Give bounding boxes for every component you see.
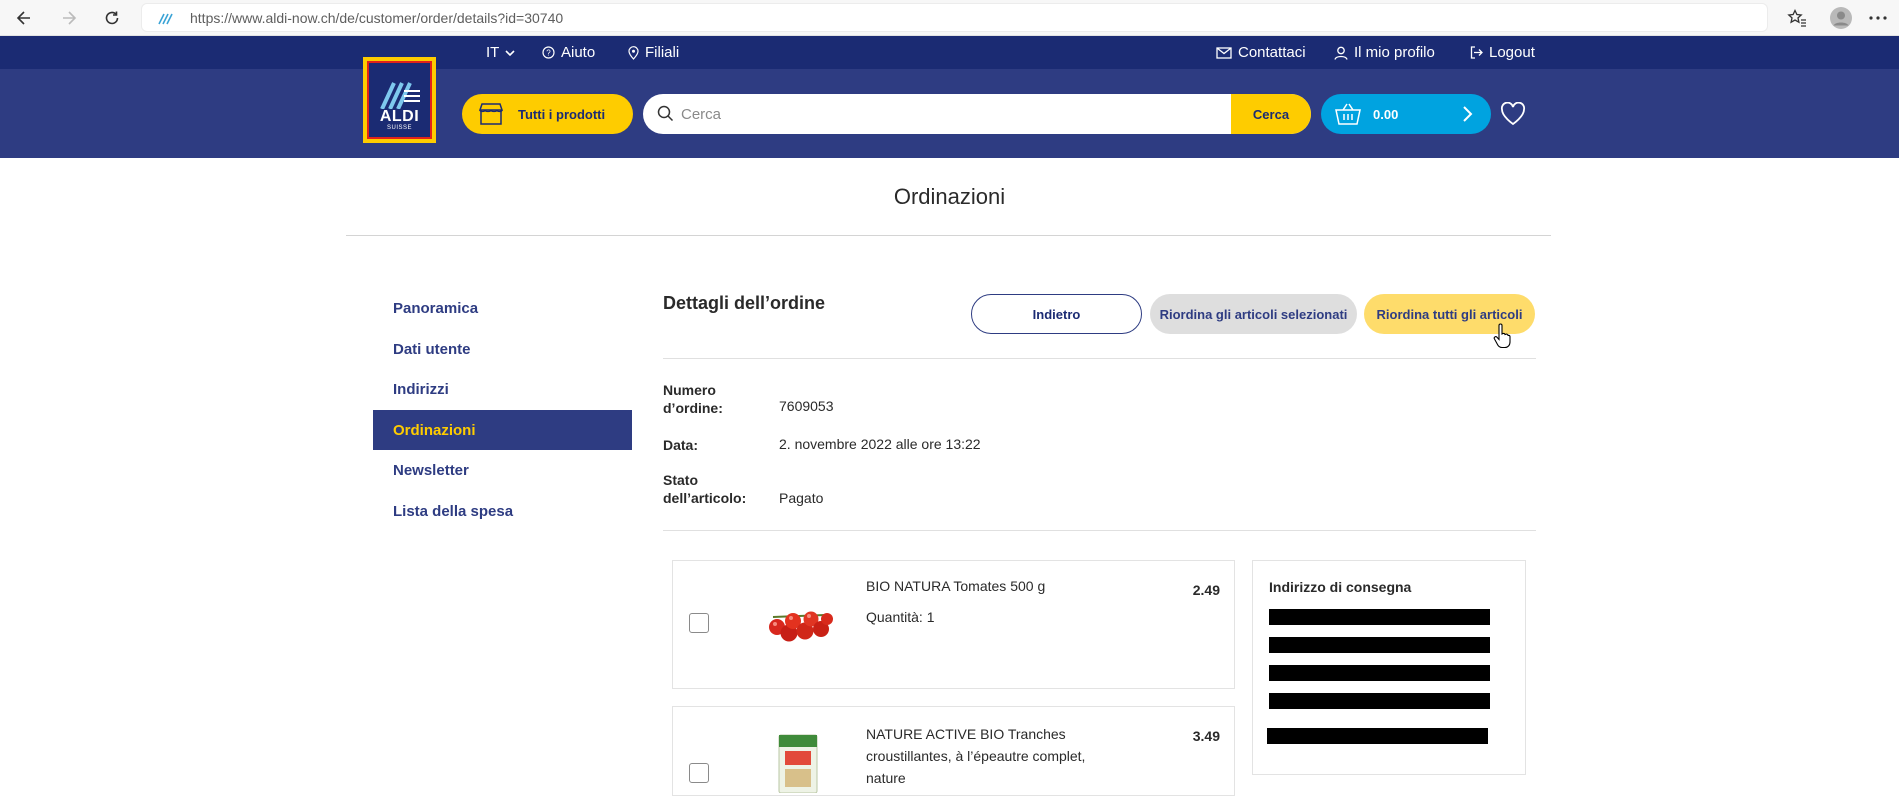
order-number-label-line: d’ordine: (663, 400, 723, 416)
redacted-address-line (1269, 693, 1490, 709)
chevron-right-icon (1463, 106, 1473, 122)
svg-text:?: ? (546, 49, 551, 58)
redacted-address-line (1269, 609, 1490, 625)
wishlist-heart-icon[interactable] (1500, 101, 1526, 131)
sidebar-item-shopping-list[interactable]: Lista della spesa (373, 491, 632, 531)
product-name-line: croustillantes, à l’épeautre complet, (866, 748, 1086, 764)
order-number-value: 7609053 (779, 398, 834, 414)
aldi-logo[interactable]: ALDI SUISSE (363, 57, 436, 143)
product-name-line: NATURE ACTIVE BIO Tranches (866, 726, 1066, 742)
sidebar-item-newsletter[interactable]: Newsletter (373, 450, 632, 490)
order-number-label: Numero d’ordine: (663, 381, 723, 417)
chevron-down-icon (505, 49, 515, 56)
mail-icon (1216, 46, 1232, 59)
search-input[interactable] (681, 94, 1261, 134)
divider (663, 358, 1536, 359)
status-value: Pagato (779, 490, 824, 506)
help-label: Aiuto (561, 44, 596, 61)
contact-label: Contattaci (1238, 44, 1306, 61)
delivery-address-card: Indirizzo di consegna (1252, 560, 1526, 775)
favorites-icon[interactable] (1783, 4, 1811, 32)
hand-cursor-icon (1493, 323, 1511, 354)
address-bar[interactable]: https://www.aldi-now.ch/de/customer/orde… (141, 3, 1768, 32)
delivery-address-title: Indirizzo di consegna (1269, 579, 1412, 595)
sidebar-item-orders[interactable]: Ordinazioni (373, 410, 632, 450)
product-quantity: Quantità: 1 (866, 609, 935, 625)
reload-icon[interactable] (98, 4, 126, 32)
search-icon (657, 105, 674, 127)
utility-bar: IT ? Aiuto Filiali Contattaci Il mio pro… (0, 36, 1899, 69)
status-label-line: Stato (663, 472, 698, 488)
status-label: Stato dell’articolo: (663, 471, 746, 507)
sidebar-item-user-data[interactable]: Dati utente (373, 329, 632, 369)
help-link[interactable]: ? Aiuto (542, 44, 595, 61)
order-item: NATURE ACTIVE BIO Tranches croustillante… (672, 706, 1235, 796)
cart-total: 0.00 (1373, 106, 1399, 122)
logo-stripes-icon (379, 82, 420, 109)
language-selector[interactable]: IT (486, 44, 515, 61)
redacted-address-line (1269, 637, 1490, 653)
product-name[interactable]: BIO NATURA Tomates 500 g (866, 575, 1045, 597)
search-bar: Cerca (643, 94, 1311, 134)
stores-link[interactable]: Filiali (628, 44, 679, 61)
logout-link[interactable]: Logout (1470, 44, 1535, 61)
more-icon[interactable] (1864, 4, 1892, 32)
back-button[interactable]: Indietro (971, 294, 1142, 334)
all-products-button[interactable]: Tutti i prodotti (462, 94, 633, 134)
item-checkbox[interactable] (689, 613, 709, 633)
logo-word: ALDI (379, 108, 420, 125)
order-number-label-line: Numero (663, 382, 716, 398)
url-text[interactable]: https://www.aldi-now.ch/de/customer/orde… (190, 10, 563, 26)
user-icon (1334, 46, 1348, 60)
sidebar-item-overview[interactable]: Panoramica (373, 288, 632, 328)
location-pin-icon (628, 45, 639, 60)
forward-arrow-icon[interactable] (55, 4, 83, 32)
site-info-icon[interactable] (158, 12, 174, 30)
back-arrow-icon[interactable] (10, 4, 38, 32)
stores-label: Filiali (645, 44, 680, 61)
product-price: 2.49 (1192, 582, 1220, 598)
profile-avatar-icon[interactable] (1827, 4, 1855, 32)
tomatoes-image (765, 605, 835, 652)
date-value: 2. novembre 2022 alle ore 13:22 (779, 436, 981, 452)
status-label-line: dell’articolo: (663, 490, 747, 506)
date-label: Data: (663, 437, 699, 453)
logout-label: Logout (1489, 44, 1535, 61)
order-item: BIO NATURA Tomates 500 g Quantità: 1 2.4… (672, 560, 1235, 689)
profile-label: Il mio profilo (1354, 44, 1435, 61)
logo-subtitle: SUISSE (386, 125, 412, 131)
sidebar-item-addresses[interactable]: Indirizzi (373, 369, 632, 409)
page-title: Ordinazioni (893, 184, 1006, 209)
language-label: IT (486, 44, 500, 61)
store-icon (478, 103, 504, 125)
contact-link[interactable]: Contattaci (1216, 44, 1306, 61)
cart-button[interactable]: 0.00 (1321, 94, 1491, 134)
basket-icon (1335, 103, 1361, 125)
item-checkbox[interactable] (689, 763, 709, 783)
profile-link[interactable]: Il mio profilo (1334, 44, 1435, 61)
crispbread-image (775, 733, 821, 798)
order-details-heading: Dettagli dell’ordine (663, 293, 826, 313)
browser-toolbar: https://www.aldi-now.ch/de/customer/orde… (0, 0, 1899, 36)
product-name-line: nature (866, 770, 906, 786)
help-icon: ? (542, 46, 555, 59)
redacted-address-line (1269, 665, 1490, 681)
redacted-address-line (1267, 728, 1488, 744)
product-name[interactable]: NATURE ACTIVE BIO Tranches croustillante… (866, 723, 1085, 789)
reorder-selected-button[interactable]: Riordina gli articoli selezionati (1150, 294, 1357, 334)
logout-icon (1470, 46, 1483, 59)
product-price: 3.49 (1192, 728, 1220, 744)
divider (346, 235, 1551, 236)
all-products-label: Tutti i prodotti (518, 106, 606, 122)
divider (663, 530, 1536, 531)
search-button[interactable]: Cerca (1231, 94, 1311, 134)
